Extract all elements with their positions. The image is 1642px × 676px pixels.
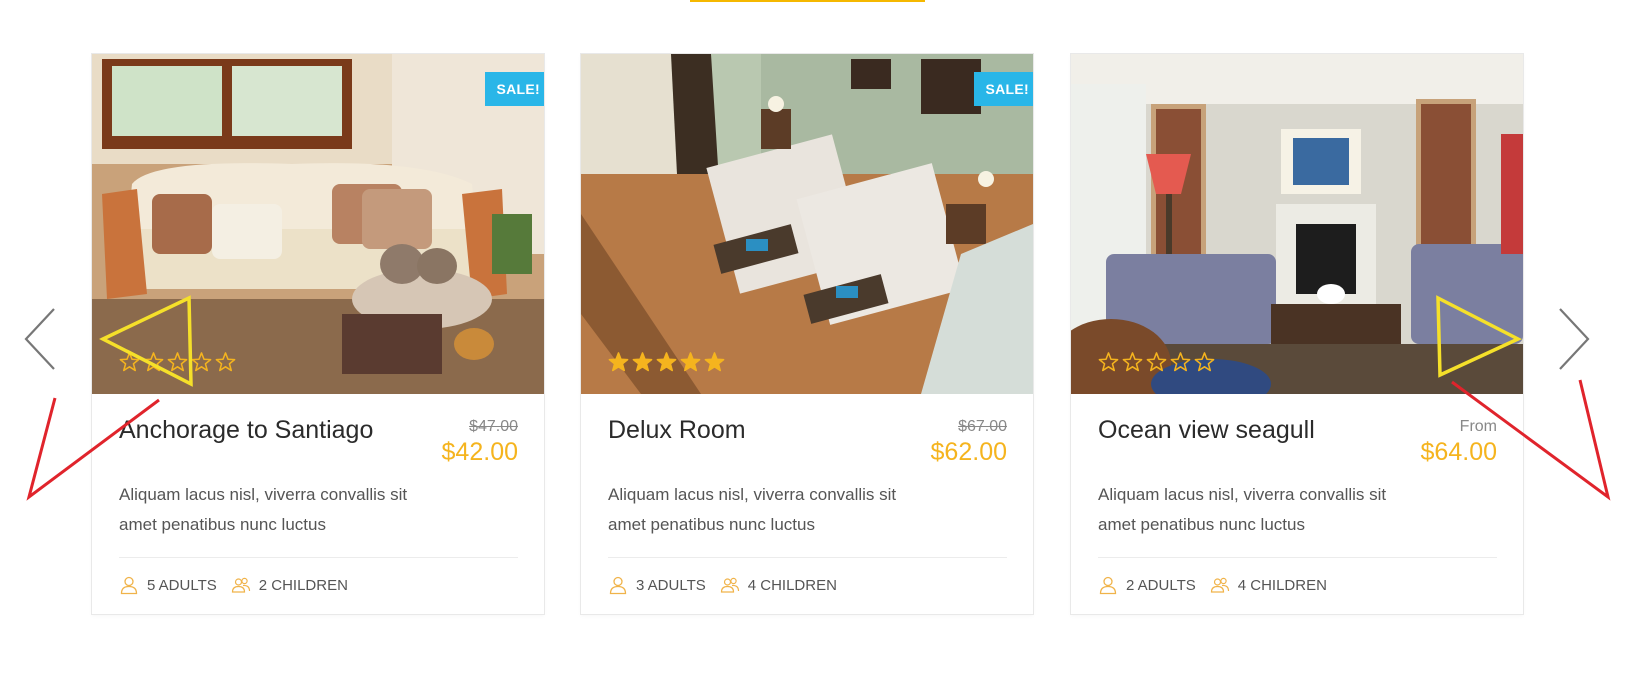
- star-icon: [119, 352, 140, 372]
- star-icon: [215, 352, 236, 372]
- children-info: 4 CHILDREN: [720, 575, 837, 595]
- user-icon: [609, 576, 627, 595]
- divider: [608, 557, 1007, 558]
- star-rating: [118, 351, 237, 374]
- room-description: Aliquam lacus nisl, viverra convallis si…: [1098, 485, 1387, 534]
- users-icon: [1210, 577, 1229, 593]
- star-rating: [607, 351, 726, 374]
- children-count: 2 CHILDREN: [258, 576, 348, 594]
- room-title[interactable]: Ocean view seagull: [1098, 416, 1315, 445]
- star-icon: [656, 352, 677, 372]
- children-count: 4 CHILDREN: [747, 576, 837, 594]
- room-image[interactable]: [1071, 54, 1523, 394]
- original-price: $47.00: [469, 418, 518, 435]
- user-icon: [120, 576, 138, 595]
- room-card[interactable]: SALE! Anchorage to Santiago $47.00 $42.0…: [92, 54, 544, 614]
- users-icon: [720, 577, 739, 593]
- room-capacity: 3 ADULTS 4 CHILDREN: [608, 575, 851, 595]
- room-capacity: 2 ADULTS 4 CHILDREN: [1098, 575, 1341, 595]
- room-card[interactable]: Ocean view seagull From $64.00 Aliquam l…: [1071, 54, 1523, 614]
- room-card-body: Delux Room $67.00 $62.00 Aliquam lacus n…: [581, 394, 1033, 614]
- users-icon: [231, 577, 250, 593]
- carousel-next-button[interactable]: [1552, 305, 1592, 373]
- star-icon: [1122, 352, 1143, 372]
- carousel-prev-button[interactable]: [22, 305, 62, 373]
- room-description: Aliquam lacus nisl, viverra convallis si…: [119, 485, 408, 534]
- star-icon: [704, 352, 725, 372]
- room-capacity: 5 ADULTS 2 CHILDREN: [119, 575, 362, 595]
- room-title[interactable]: Delux Room: [608, 416, 746, 445]
- star-icon: [608, 352, 629, 372]
- star-icon: [1098, 352, 1119, 372]
- star-icon: [1194, 352, 1215, 372]
- room-card-body: Ocean view seagull From $64.00 Aliquam l…: [1071, 394, 1523, 614]
- children-count: 4 CHILDREN: [1237, 576, 1327, 594]
- room-card-body: Anchorage to Santiago $47.00 $42.00 Aliq…: [92, 394, 544, 614]
- star-icon: [191, 352, 212, 372]
- room-image[interactable]: SALE!: [581, 54, 1033, 394]
- adults-count: 5 ADULTS: [147, 576, 217, 594]
- price-label: From: [1459, 418, 1497, 435]
- star-icon: [632, 352, 653, 372]
- current-price: $42.00: [441, 438, 518, 466]
- sale-badge: SALE!: [484, 72, 544, 114]
- adults-info: 3 ADULTS: [608, 575, 706, 595]
- children-info: 2 CHILDREN: [231, 575, 348, 595]
- adults-count: 3 ADULTS: [636, 576, 706, 594]
- current-price: $62.00: [930, 438, 1007, 466]
- chevron-right-icon: [1559, 308, 1590, 370]
- current-price: $64.00: [1420, 438, 1497, 466]
- adults-info: 5 ADULTS: [119, 575, 217, 595]
- sale-badge: SALE!: [973, 72, 1033, 114]
- room-description: Aliquam lacus nisl, viverra convallis si…: [608, 485, 897, 534]
- section-accent-line: [690, 0, 925, 2]
- adults-count: 2 ADULTS: [1126, 576, 1196, 594]
- star-icon: [143, 352, 164, 372]
- divider: [1098, 557, 1497, 558]
- room-image[interactable]: SALE!: [92, 54, 544, 394]
- original-price: $67.00: [958, 418, 1007, 435]
- star-icon: [167, 352, 188, 372]
- children-info: 4 CHILDREN: [1210, 575, 1327, 595]
- adults-info: 2 ADULTS: [1098, 575, 1196, 595]
- chevron-left-icon: [24, 308, 55, 370]
- room-card[interactable]: SALE! Delux Room $67.00 $62.00 Aliquam l…: [581, 54, 1033, 614]
- star-rating: [1097, 351, 1216, 374]
- room-title[interactable]: Anchorage to Santiago: [119, 416, 373, 445]
- divider: [119, 557, 518, 558]
- star-icon: [1146, 352, 1167, 372]
- star-icon: [1170, 352, 1191, 372]
- user-icon: [1099, 576, 1117, 595]
- star-icon: [680, 352, 701, 372]
